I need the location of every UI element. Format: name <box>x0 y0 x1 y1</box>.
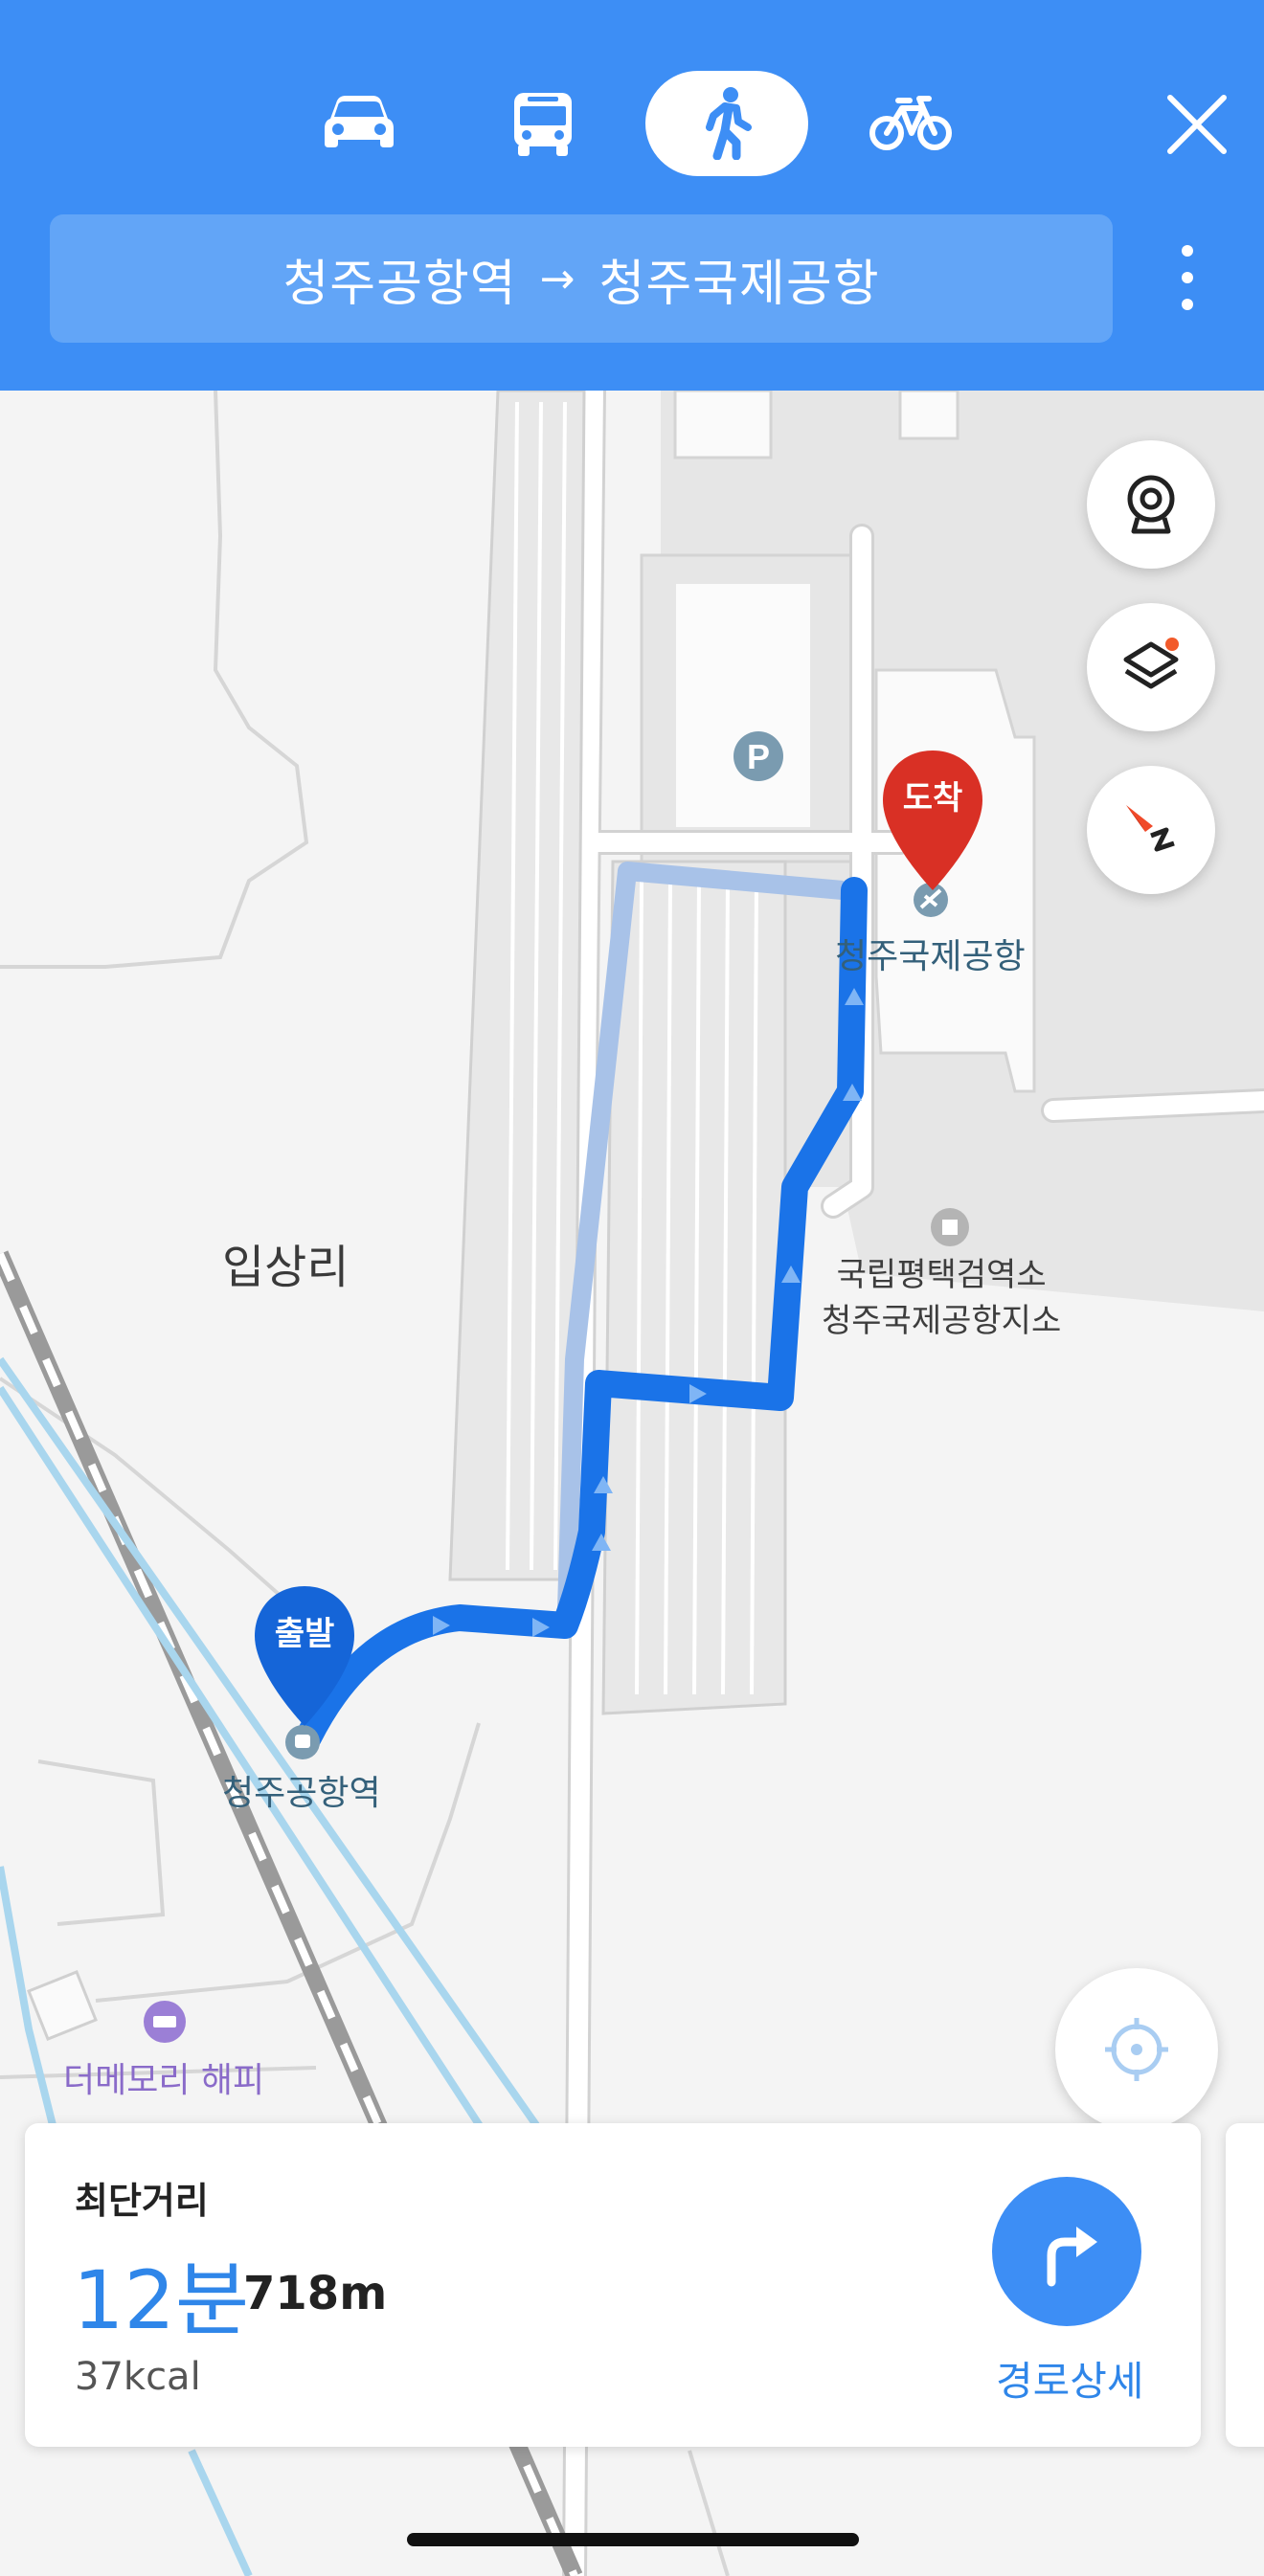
next-route-card-peek[interactable] <box>1226 2123 1264 2447</box>
turn-right-arrow-icon <box>1047 2227 1097 2287</box>
mode-walk-button[interactable] <box>645 71 808 176</box>
quarantine-office-label[interactable]: 국립평택검역소 청주국제공항지소 <box>822 1252 1061 1344</box>
close-icon <box>1167 95 1227 154</box>
route-summary-bar[interactable]: 청주공항역 → 청주국제공항 <box>50 214 1113 343</box>
route-detail-button[interactable] <box>992 2177 1141 2326</box>
hotel-label[interactable]: 더메모리 해피 <box>63 2052 264 2102</box>
layers-button[interactable] <box>1087 603 1215 731</box>
home-indicator <box>407 2533 859 2546</box>
more-dot <box>1182 272 1193 283</box>
my-location-icon <box>1105 2018 1168 2081</box>
district-label: 입상리 <box>222 1241 350 1294</box>
destination-pin-text: 도착 <box>902 779 963 818</box>
more-dot <box>1182 299 1193 310</box>
car-icon <box>325 96 394 147</box>
office-poi-glyph <box>942 1220 958 1235</box>
quarantine-office-line1: 국립평택검역소 <box>836 1256 1047 1294</box>
route-destination: 청주국제공항 <box>598 255 880 313</box>
layers-icon <box>1123 638 1179 689</box>
route-detail-label[interactable]: 경로상세 <box>996 2349 1144 2408</box>
mode-car-button[interactable] <box>278 71 440 176</box>
route-type-label: 최단거리 <box>75 2180 209 2222</box>
destination-pin[interactable]: 도착 <box>879 747 986 900</box>
cctv-button[interactable] <box>1087 440 1215 569</box>
compass-button[interactable] <box>1087 766 1215 894</box>
bed-glyph <box>153 2016 176 2027</box>
more-vertical-icon <box>1182 245 1193 257</box>
quarantine-office-line2: 청주국제공항지소 <box>822 1302 1062 1340</box>
mode-bike-button[interactable] <box>829 71 992 176</box>
distance-value: 718m <box>243 2267 388 2320</box>
more-options-button[interactable] <box>1159 239 1216 316</box>
station-glyph <box>295 1735 310 1748</box>
destination-airport-label[interactable]: 청주국제공항 <box>835 929 1026 978</box>
duration-value: 12분 <box>73 2253 250 2347</box>
building <box>673 391 773 459</box>
route-origin: 청주공항역 <box>282 255 517 313</box>
origin-pin-text: 출발 <box>274 1615 335 1653</box>
origin-station-label[interactable]: 청주공항역 <box>222 1765 381 1815</box>
calories-value: 37kcal <box>75 2355 201 2399</box>
compass-icon <box>1126 805 1175 852</box>
mode-bus-button[interactable] <box>462 71 624 176</box>
bicycle-icon <box>869 96 952 150</box>
origin-pin-icon <box>255 1586 354 1726</box>
route-result-card[interactable]: 최단거리 12분 718m 37kcal 경로상세 <box>25 2123 1201 2447</box>
walking-person-icon <box>706 87 752 160</box>
transport-header: 청주공항역 → 청주국제공항 <box>0 0 1264 391</box>
building <box>898 391 959 440</box>
my-location-button[interactable] <box>1055 1968 1218 2131</box>
origin-pin[interactable]: 출발 <box>251 1582 358 1736</box>
destination-pin-icon <box>883 750 982 890</box>
building <box>27 1970 98 2041</box>
route-arrow: → <box>539 254 576 303</box>
parking-glyph: P <box>747 737 770 776</box>
cctv-icon <box>1127 475 1175 534</box>
parking-roof <box>676 584 810 827</box>
bus-icon <box>514 93 572 156</box>
close-button[interactable] <box>1149 77 1245 172</box>
